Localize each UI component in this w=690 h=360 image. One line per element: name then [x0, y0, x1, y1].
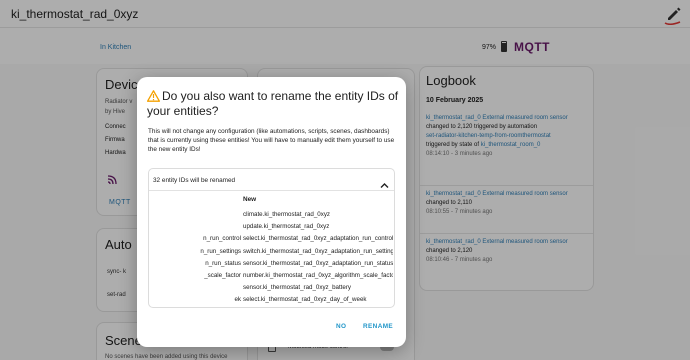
dialog-body-text: This will not change any configuration (… — [148, 128, 395, 153]
dialog-title: Do you also want to rename the entity ID… — [147, 89, 399, 118]
rename-entity-ids-dialog: Do you also want to rename the entity ID… — [137, 77, 406, 347]
new-entity-id: sensor.ki_thermostat_rad_0xyz_adaptation… — [243, 259, 393, 267]
new-entity-id: select.ki_thermostat_rad_0xyz_adaptation… — [243, 235, 393, 243]
rename-row: update.ki_thermostat_rad_0xyz — [149, 220, 394, 232]
new-entity-id: number.ki_thermostat_rad_0xyz_algorithm_… — [243, 272, 393, 279]
rename-details-header[interactable]: 32 entity IDs will be renamed — [149, 169, 394, 191]
new-entity-id: update.ki_thermostat_rad_0xyz — [243, 223, 330, 231]
rename-row: _scale_factor number.ki_thermostat_rad_0x… — [149, 269, 394, 281]
new-entity-id: switch.ki_thermostat_rad_0xyz_adaptation… — [243, 247, 393, 255]
new-entity-id: climate.ki_thermostat_rad_0xyz — [243, 211, 331, 218]
rename-button[interactable]: RENAME — [363, 323, 393, 330]
old-entity-id: _scale_factor — [204, 272, 241, 279]
old-entity-id: ek — [234, 296, 241, 304]
rename-details-panel: 32 entity IDs will be renamed New climat… — [148, 168, 395, 308]
rename-row: ek select.ki_thermostat_rad_0xyz_day_of_w… — [149, 293, 394, 305]
rename-row: climate.ki_thermostat_rad_0xyz — [149, 208, 394, 220]
rename-count-label: 32 entity IDs will be renamed — [153, 177, 236, 184]
no-button[interactable]: NO — [336, 323, 346, 330]
old-entity-id: n_run_status — [205, 259, 241, 267]
rename-row: n_run_control select.ki_thermostat_rad_0x… — [149, 232, 394, 244]
old-entity-id: n_run_control — [203, 235, 241, 243]
rename-row: n_run_settings switch.ki_thermostat_rad_0… — [149, 245, 394, 257]
new-entity-id: select.ki_thermostat_rad_0xyz_day_of_wee… — [243, 296, 367, 304]
old-entity-id: n_run_settings — [200, 247, 241, 255]
new-column-header: New — [243, 196, 257, 203]
new-entity-id: sensor.ki_thermostat_rad_0xyz_battery — [243, 284, 351, 292]
chevron-up-icon[interactable] — [380, 176, 389, 188]
rename-row: measured_room_sensornumber.ki_thermostat… — [149, 306, 394, 307]
rename-row: n_run_status sensor.ki_thermostat_rad_0xy… — [149, 257, 394, 269]
rename-row: sensor.ki_thermostat_rad_0xyz_battery — [149, 281, 394, 293]
